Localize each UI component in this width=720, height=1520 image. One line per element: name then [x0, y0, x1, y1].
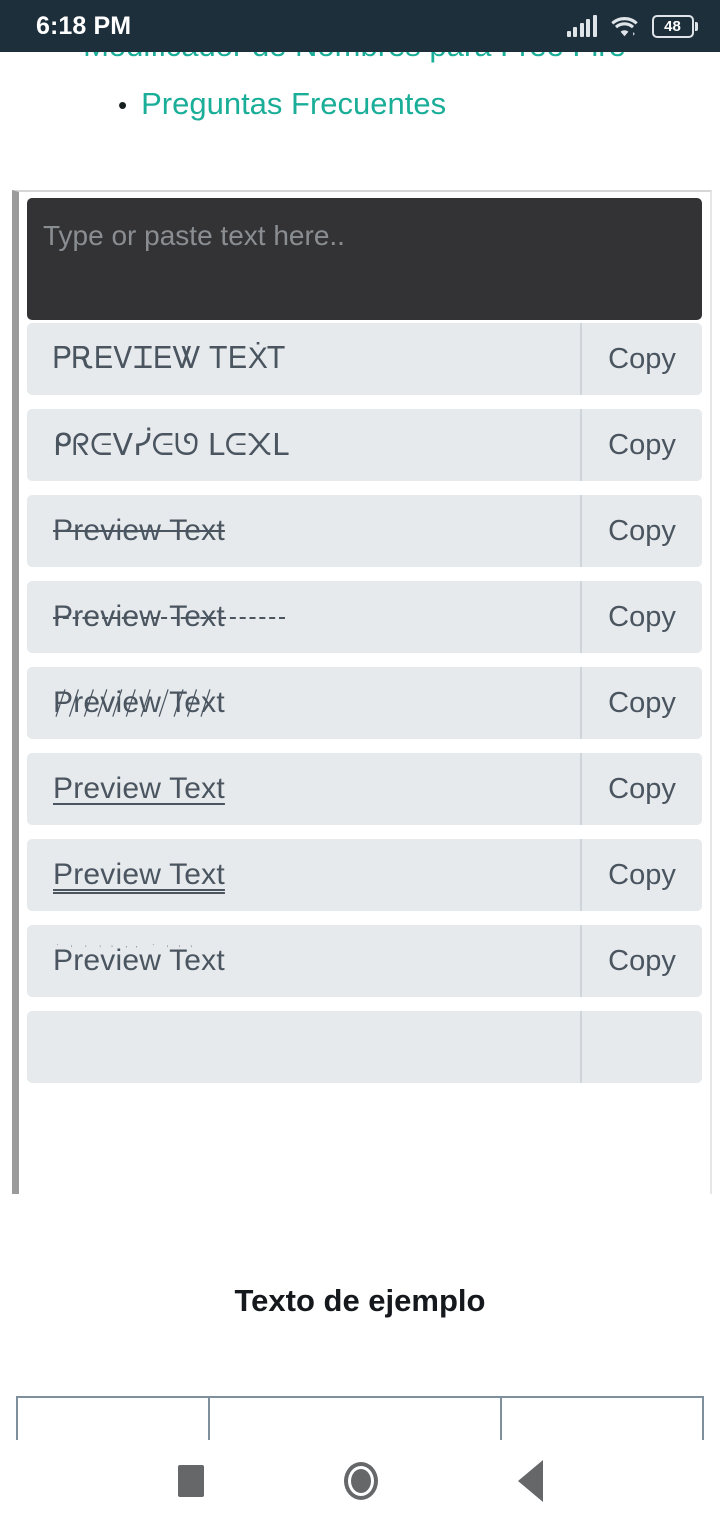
copy-button[interactable]: Copy: [580, 495, 702, 567]
style-row[interactable]: Preview Text Copy: [27, 839, 702, 911]
style-preview-text: Preview Text ʼ ʼ ʼ ʼ ʼ ʼ ʼ ʼ ʼ ʼ ʼ: [27, 925, 580, 997]
table-cell: [502, 1398, 702, 1440]
android-nav-bar: [0, 1442, 720, 1520]
section-heading: Texto de ejemplo: [234, 1283, 486, 1318]
app-root: 6:18 PM 48 • Preguntas Frecuentes Type o…: [0, 0, 720, 1520]
text-input[interactable]: [27, 198, 702, 320]
widget-content: ᏢᎡᎬᏙᏆᎬᏔ ᎢᎬẊᎢ Copy ᑭᖇᕮᐯᓰᕮᘎ ᒪᕮ᙭ᒪ Copy Prev…: [19, 192, 710, 1083]
style-preview-text: Preview Text: [53, 772, 225, 805]
copy-button[interactable]: Copy: [580, 753, 702, 825]
wifi-icon: [610, 15, 638, 37]
toc-link-preguntas[interactable]: • Preguntas Frecuentes: [0, 88, 720, 119]
style-preview-text: [27, 1011, 580, 1083]
recents-square-icon[interactable]: [177, 1465, 204, 1497]
style-row[interactable]: ᑭᖇᕮᐯᓰᕮᘎ ᒪᕮ᙭ᒪ Copy: [27, 409, 702, 481]
example-table: [16, 1396, 704, 1440]
copy-button[interactable]: Copy: [580, 925, 702, 997]
table-cell: [210, 1398, 502, 1440]
style-row[interactable]: [27, 1011, 702, 1083]
table-cell: [18, 1398, 210, 1440]
signal-bars-icon: [566, 15, 597, 37]
copy-button[interactable]: Copy: [580, 667, 702, 739]
toc-link-label: Preguntas Frecuentes: [141, 86, 447, 121]
battery-icon: 48: [651, 14, 698, 38]
style-preview-text: Preview Text: [53, 858, 225, 891]
status-clock: 6:18 PM: [36, 11, 132, 40]
style-preview-label: Preview Text: [53, 686, 225, 719]
style-row[interactable]: ᏢᎡᎬᏙᏆᎬᏔ ᎢᎬẊᎢ Copy: [27, 323, 702, 395]
copy-button[interactable]: Copy: [580, 839, 702, 911]
style-preview-text: ᏢᎡᎬᏙᏆᎬᏔ ᎢᎬẊᎢ: [53, 342, 287, 375]
back-triangle-icon[interactable]: [517, 1460, 543, 1502]
font-generator-widget[interactable]: ᏢᎡᎬᏙᏆᎬᏔ ᎢᎬẊᎢ Copy ᑭᖇᕮᐯᓰᕮᘎ ᒪᕮ᙭ᒪ Copy Prev…: [12, 190, 712, 1194]
home-circle-icon[interactable]: [343, 1462, 378, 1500]
copy-button[interactable]: [580, 1011, 702, 1083]
status-bar: 6:18 PM 48: [0, 0, 720, 52]
style-preview-label: Preview Text: [53, 944, 225, 977]
style-preview-text: Preview Text: [53, 514, 225, 547]
style-row[interactable]: Preview Text ʼ ʼ ʼ ʼ ʼ ʼ ʼ ʼ ʼ ʼ ʼ Copy: [27, 925, 702, 997]
copy-button[interactable]: Copy: [580, 581, 702, 653]
style-preview-text: ᑭᖇᕮᐯᓰᕮᘎ ᒪᕮ᙭ᒪ: [53, 428, 289, 462]
style-row[interactable]: Preview Text Copy: [27, 581, 702, 653]
copy-button[interactable]: Copy: [580, 323, 702, 395]
style-row[interactable]: Preview Text Copy: [27, 753, 702, 825]
battery-level-label: 48: [664, 17, 681, 35]
status-icons: 48: [566, 14, 698, 38]
style-preview-text: Preview Text: [27, 667, 580, 739]
style-preview-text: Preview Text: [27, 581, 580, 653]
bullet-icon: •: [118, 90, 128, 120]
style-row[interactable]: Preview Text Copy: [27, 667, 702, 739]
copy-button[interactable]: Copy: [580, 409, 702, 481]
style-row[interactable]: Preview Text Copy: [27, 495, 702, 567]
